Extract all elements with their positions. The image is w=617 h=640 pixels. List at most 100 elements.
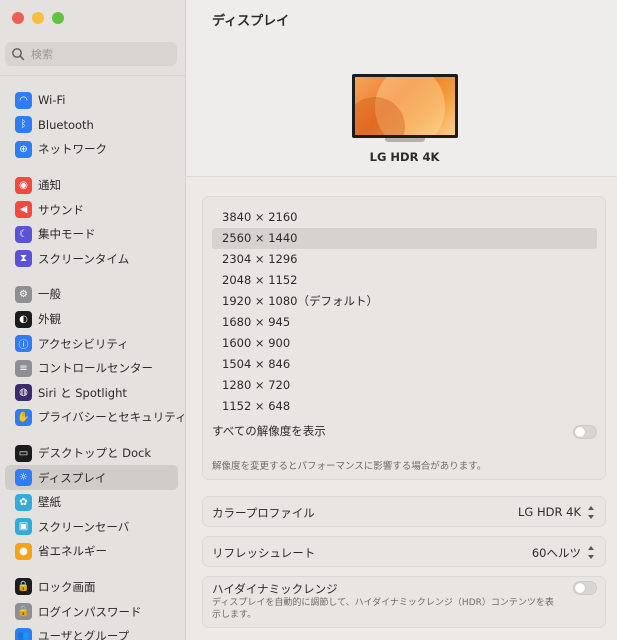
sidebar-item-label: ディスプレイ [38, 470, 107, 485]
sidebar-item-label: コントロールセンター [38, 361, 153, 376]
screensaver-icon: ▣ [15, 518, 32, 536]
resolution-option[interactable]: 2304 × 1296 [212, 249, 597, 270]
refresh-rate-value[interactable]: 60ヘルツ [532, 545, 581, 561]
bell-icon: ◉ [15, 176, 32, 194]
sidebar-item-label: 壁紙 [38, 495, 61, 510]
sidebar-divider [0, 75, 186, 76]
sidebar-item-label: 省エネルギー [38, 544, 107, 559]
monitor-preview[interactable] [352, 74, 458, 138]
sidebar-item[interactable]: ⊕ ネットワーク [5, 137, 178, 162]
sidebar-item[interactable]: ◍ Siri と Spotlight [5, 381, 178, 406]
moon-icon: ☾ [15, 225, 32, 243]
sidebar-item[interactable]: ⚙ 一般 [5, 282, 178, 307]
resolution-option[interactable]: 1280 × 720 [212, 375, 597, 396]
sidebar-group: 🔒 ロック画面 🔒 ログインパスワード 👥 ユーザとグループ [0, 575, 186, 640]
sidebar-item-label: 外観 [38, 312, 61, 327]
sidebar-item[interactable]: ≡ コントロールセンター [5, 356, 178, 381]
resolution-option[interactable]: 1152 × 648 [212, 396, 597, 417]
search-placeholder: 検索 [31, 48, 53, 61]
refresh-rate-popup-icon[interactable] [587, 546, 595, 559]
speaker-icon: ◀ [15, 201, 32, 219]
sidebar-item-label: 集中モード [38, 227, 96, 242]
sidebar-item[interactable]: ● 省エネルギー [5, 539, 178, 564]
hdr-row: ハイダイナミックレンジ ディスプレイを自動的に調節して、ハイダイナミックレンジ（… [202, 576, 606, 628]
sidebar-item-label: スクリーンタイム [38, 251, 130, 266]
show-all-resolutions-label: すべての解像度を表示 [212, 424, 326, 438]
hdr-toggle[interactable] [573, 581, 597, 595]
resolution-option[interactable]: 3840 × 2160 [212, 207, 597, 228]
sidebar-group: ◉ 通知 ◀ サウンド ☾ 集中モード ⧗ スクリーンタイム [0, 173, 186, 271]
sidebar-item[interactable]: ☼ ディスプレイ [5, 465, 178, 490]
resolution-option[interactable]: 2048 × 1152 [212, 270, 597, 291]
close-window-button[interactable] [12, 12, 24, 24]
page-title: ディスプレイ [212, 14, 290, 29]
resolution-option[interactable]: 1680 × 945 [212, 312, 597, 333]
sidebar-item-label: Siri と Spotlight [38, 385, 127, 400]
sidebar-item-label: ユーザとグループ [38, 629, 130, 640]
wifi-icon: ◠ [15, 91, 32, 109]
hdr-description: ディスプレイを自動的に調節して、ハイダイナミックレンジ（HDR）コンテンツを表示… [212, 598, 554, 620]
sidebar-item[interactable]: ▭ デスクトップと Dock [5, 441, 178, 466]
sidebar-item[interactable]: ◠ Wi-Fi [5, 88, 178, 113]
gear-icon: ⚙ [15, 285, 32, 303]
siri-icon: ◍ [15, 384, 32, 402]
color-profile-row: カラープロファイル LG HDR 4K [202, 496, 606, 527]
sidebar: 検索 ◠ Wi-Fi ᛒ Bluetooth ⊕ ネットワーク ◉ 通知 ◀ サウンド ☾ 集中モード… [0, 0, 187, 640]
lock-icon: 🔒 [15, 578, 32, 596]
sidebar-group: ◠ Wi-Fi ᛒ Bluetooth ⊕ ネットワーク [0, 88, 186, 162]
resolution-option[interactable]: 2560 × 1440 [212, 228, 597, 249]
sidebar-item-label: Bluetooth [38, 117, 94, 132]
globe-icon: ⊕ [15, 140, 32, 158]
show-all-resolutions-toggle[interactable] [573, 425, 597, 439]
resolution-option[interactable]: 1600 × 900 [212, 333, 597, 354]
sidebar-item[interactable]: 👥 ユーザとグループ [5, 624, 178, 640]
sidebar-item[interactable]: ⧗ スクリーンタイム [5, 247, 178, 272]
display-icon: ☼ [15, 469, 32, 487]
sidebar-item[interactable]: ◉ 通知 [5, 173, 178, 198]
hdr-label: ハイダイナミックレンジ [212, 582, 338, 596]
resolution-option[interactable]: 1504 × 846 [212, 354, 597, 375]
bulb-icon: ● [15, 542, 32, 560]
minimize-window-button[interactable] [32, 12, 44, 24]
sidebar-item[interactable]: ⓘ アクセシビリティ [5, 331, 178, 356]
display-header: ディスプレイ LG HDR 4K [186, 0, 617, 177]
refresh-rate-label: リフレッシュレート [212, 546, 316, 560]
window-controls [12, 12, 64, 24]
zoom-window-button[interactable] [52, 12, 64, 24]
password-lock-icon: 🔒 [15, 603, 32, 621]
monitor-name: LG HDR 4K [369, 150, 440, 164]
sidebar-item[interactable]: ◐ 外観 [5, 307, 178, 332]
sidebar-item[interactable]: ✿ 壁紙 [5, 490, 178, 515]
hourglass-icon: ⧗ [15, 250, 32, 268]
appearance-icon: ◐ [15, 310, 32, 328]
sidebar-item[interactable]: ◀ サウンド [5, 197, 178, 222]
sidebar-item-label: 通知 [38, 178, 61, 193]
sidebar-nav: ◠ Wi-Fi ᛒ Bluetooth ⊕ ネットワーク ◉ 通知 ◀ サウンド ☾ 集中モード ⧗ スク… [0, 88, 187, 640]
sidebar-item[interactable]: ✋ プライバシーとセキュリティ [5, 405, 187, 430]
sidebar-item-label: Wi-Fi [38, 93, 66, 108]
sidebar-item-label: デスクトップと Dock [38, 446, 152, 461]
color-profile-value[interactable]: LG HDR 4K [518, 505, 581, 519]
resolution-hint: 解像度を変更するとパフォーマンスに影響する場合があります。 [212, 461, 487, 472]
sidebar-item[interactable]: ᛒ Bluetooth [5, 113, 178, 138]
sidebar-item-label: ネットワーク [38, 142, 107, 157]
sidebar-item-label: ロック画面 [38, 579, 96, 594]
search-input[interactable]: 検索 [5, 42, 177, 66]
dock-icon: ▭ [15, 444, 32, 462]
sidebar-item-label: ログインパスワード [38, 604, 142, 619]
sidebar-item[interactable]: 🔒 ロック画面 [5, 575, 178, 600]
sidebar-item[interactable]: ▣ スクリーンセーバ [5, 515, 178, 540]
hand-icon: ✋ [15, 408, 32, 426]
bluetooth-icon: ᛒ [15, 116, 32, 134]
sidebar-item-label: 一般 [38, 287, 61, 302]
main-pane: ディスプレイ LG HDR 4K 3840 × 2160 2560 × 1440 2… [186, 0, 617, 640]
color-profile-label: カラープロファイル [212, 506, 315, 520]
resolution-option[interactable]: 1920 × 1080（デフォルト） [212, 291, 597, 312]
control-center-icon: ≡ [15, 359, 32, 377]
color-profile-popup-icon[interactable] [587, 506, 595, 519]
sidebar-item-label: スクリーンセーバ [38, 519, 130, 534]
sidebar-item-label: プライバシーとセキュリティ [38, 410, 187, 425]
search-icon [11, 47, 25, 61]
sidebar-item[interactable]: ☾ 集中モード [5, 222, 178, 247]
sidebar-item[interactable]: 🔒 ログインパスワード [5, 599, 178, 624]
